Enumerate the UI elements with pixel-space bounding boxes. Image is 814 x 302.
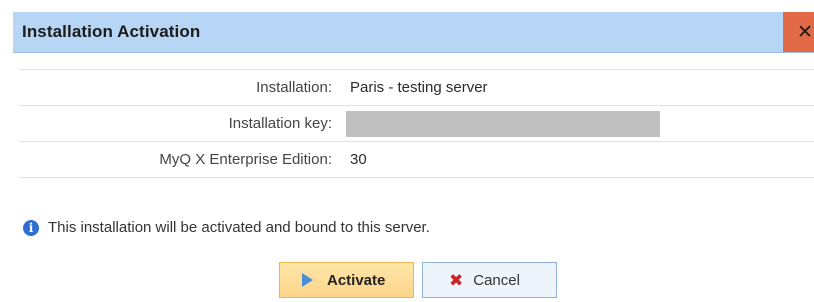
edition-value: 30 <box>350 151 367 168</box>
installation-row: Installation: Paris - testing server <box>19 69 814 105</box>
close-button[interactable]: ✕ <box>783 12 814 52</box>
x-icon: ✖ <box>449 270 464 290</box>
info-icon: i <box>23 219 39 236</box>
activate-button[interactable]: Activate <box>279 262 414 298</box>
cancel-label: Cancel <box>473 271 520 289</box>
installation-key-row: Installation key: <box>19 105 814 141</box>
dialog-title: Installation Activation <box>22 22 201 41</box>
dialog-titlebar: Installation Activation ✕ <box>13 12 814 53</box>
info-message: i This installation will be activated an… <box>23 219 430 236</box>
close-icon: ✕ <box>797 21 813 43</box>
installation-label: Installation: <box>256 79 332 96</box>
edition-row: MyQ X Enterprise Edition: 30 <box>19 141 814 178</box>
installation-key-redacted <box>346 111 660 137</box>
play-icon <box>302 273 313 287</box>
edition-label: MyQ X Enterprise Edition: <box>159 151 332 168</box>
info-text: This installation will be activated and … <box>48 219 430 236</box>
installation-activation-dialog: Installation Activation ✕ Installation: … <box>0 0 814 302</box>
installation-value: Paris - testing server <box>350 79 488 96</box>
installation-key-label: Installation key: <box>228 115 332 132</box>
cancel-button[interactable]: ✖ Cancel <box>422 262 557 298</box>
activate-label: Activate <box>327 271 386 289</box>
activation-form: Installation: Paris - testing server Ins… <box>19 69 814 178</box>
